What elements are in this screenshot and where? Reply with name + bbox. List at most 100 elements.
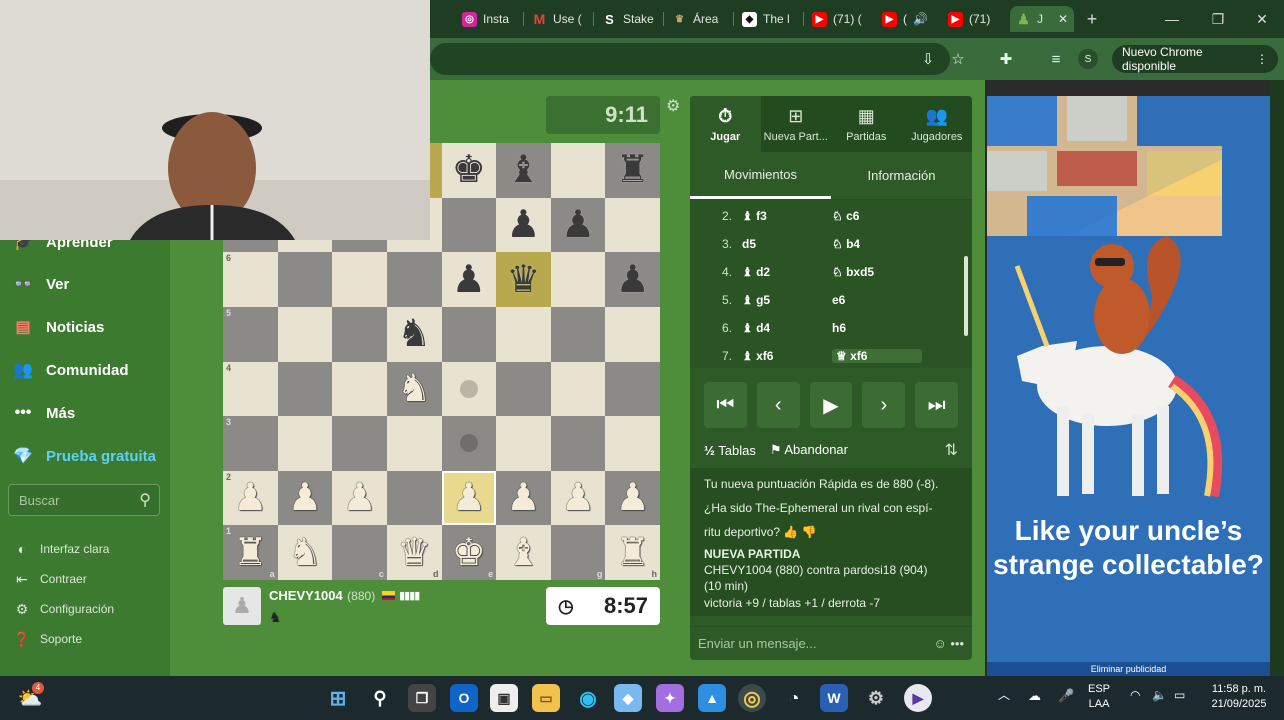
square-f2[interactable]: ♟ (496, 470, 551, 526)
move-white[interactable]: ♝ g5 (742, 293, 832, 307)
search-input[interactable]: Buscar ⚲ (8, 484, 160, 516)
square-f3[interactable] (496, 416, 551, 471)
chrome-update-button[interactable]: Nuevo Chrome disponible ⋮ (1112, 45, 1278, 73)
square-e1[interactable]: ♚ e (441, 525, 497, 580)
tab-stake[interactable]: S Stake (596, 6, 660, 32)
photos-icon[interactable]: ▲ (698, 684, 726, 712)
tab-youtube-3[interactable]: ▶ (71) (942, 6, 1006, 32)
white-king[interactable]: ♚ (452, 534, 486, 572)
square-b2[interactable]: ♟ (277, 470, 333, 526)
close-window-icon[interactable]: ✕ (1250, 8, 1274, 30)
first-move-button[interactable]: ⏮ (704, 382, 747, 428)
last-move-button[interactable]: ⏭ (915, 382, 958, 428)
square-a6[interactable]: 6 (223, 252, 278, 307)
square-h8[interactable]: ♜ (605, 143, 660, 198)
black-pawn[interactable]: ♟ (506, 206, 540, 244)
square-c4[interactable] (332, 361, 387, 417)
square-d1[interactable]: ♛ d (386, 525, 442, 580)
black-rook[interactable]: ♜ (616, 151, 650, 189)
tab-youtube-1[interactable]: ▶ (71) ( (806, 6, 874, 32)
square-c6[interactable] (332, 252, 387, 307)
tab-jugar[interactable]: ⏱ Jugar (690, 96, 761, 152)
word-icon[interactable]: W (820, 684, 848, 712)
sidebar-item-free-trial[interactable]: 💎 Prueba gratuita (10, 442, 156, 470)
light-mode-toggle[interactable]: ◐ Interfaz clara (12, 538, 110, 560)
square-f7[interactable]: ♟ (496, 197, 551, 253)
square-c5[interactable] (332, 306, 387, 362)
square-h4[interactable] (605, 361, 660, 417)
tab-notion[interactable]: ◆ The l (736, 6, 800, 32)
tab-gmail[interactable]: M Use ( (526, 6, 590, 32)
white-knight[interactable]: ♞ (288, 534, 322, 572)
tab-area[interactable]: ♛ Área (666, 6, 730, 32)
black-pawn[interactable]: ♟ (561, 206, 595, 244)
board-settings-icon[interactable]: ⚙ (666, 96, 680, 116)
square-a2[interactable]: 2 ♟ (223, 470, 278, 526)
white-pawn[interactable]: ♟ (343, 479, 377, 517)
copilot-icon[interactable]: ✦ (656, 684, 684, 712)
square-b1[interactable]: ♞ (277, 525, 333, 580)
square-e5[interactable] (441, 306, 497, 362)
restore-icon[interactable]: ❐ (1206, 8, 1230, 30)
play-button[interactable]: ▶ (809, 382, 853, 428)
square-h1[interactable]: ♜ h (605, 525, 660, 580)
file-explorer-icon[interactable]: ▭ (532, 684, 560, 712)
move-black[interactable]: ♘ b4 (832, 237, 922, 251)
move-black[interactable]: h6 (832, 321, 922, 335)
square-h2[interactable]: ♟ (605, 470, 660, 526)
white-pawn[interactable]: ♟ (561, 479, 595, 517)
settings-link[interactable]: ⚙ Configuración (12, 598, 114, 620)
move-black[interactable]: ♘ c6 (832, 209, 922, 223)
square-a5[interactable]: 5 (223, 306, 278, 362)
collapse-sidebar-button[interactable]: ⇤ Contraer (12, 568, 87, 590)
square-e4[interactable] (441, 361, 497, 417)
player-name[interactable]: CHEVY1004 (269, 588, 343, 603)
black-queen[interactable]: ♛ (506, 261, 540, 299)
flip-board-icon[interactable]: ⇅ (945, 440, 958, 460)
avatar[interactable]: ♟ (223, 587, 261, 625)
black-king[interactable]: ♚ (452, 151, 486, 189)
subtab-movimientos[interactable]: Movimientos (690, 152, 831, 199)
extensions-icon[interactable]: ✚ (994, 47, 1018, 71)
previous-move-button[interactable]: ‹ (756, 382, 800, 428)
emoji-icon[interactable]: ☺ ••• (933, 636, 964, 651)
square-e6[interactable]: ♟ (441, 252, 497, 307)
white-pawn[interactable]: ♟ (233, 479, 267, 517)
square-g4[interactable] (550, 361, 606, 417)
square-e8[interactable]: ♚ (441, 143, 497, 198)
microphone-icon[interactable]: 🎤 (1058, 688, 1074, 703)
new-tab-icon[interactable]: + (1080, 8, 1104, 30)
draw-button[interactable]: ½ Tablas (704, 443, 756, 458)
black-pawn[interactable]: ♟ (452, 261, 486, 299)
bookmark-star-icon[interactable]: ☆ (946, 47, 970, 71)
square-f5[interactable] (496, 306, 551, 362)
square-g2[interactable]: ♟ (550, 470, 606, 526)
white-knight[interactable]: ♞ (397, 370, 431, 408)
thumbs-up-icon[interactable]: 👍 (783, 525, 798, 539)
white-pawn[interactable]: ♟ (506, 479, 540, 517)
square-a4[interactable]: 4 (223, 361, 278, 417)
support-link[interactable]: ❓ Soporte (12, 628, 82, 650)
next-move-button[interactable]: › (862, 382, 906, 428)
square-g7[interactable]: ♟ (550, 197, 606, 253)
tab-instagram[interactable]: ◎ Insta (456, 6, 520, 32)
start-icon[interactable]: ⊞ (324, 684, 352, 712)
move-black-current[interactable]: ♕ xf6 (832, 349, 922, 363)
square-d3[interactable] (386, 416, 442, 471)
move-white[interactable]: ♝ f3 (742, 209, 832, 223)
tab-jugadores[interactable]: 👥 Jugadores (902, 96, 973, 152)
sidebar-item-mas[interactable]: ••• Más (10, 399, 76, 427)
square-h7[interactable] (605, 197, 660, 253)
square-f1[interactable]: ♝ (496, 525, 551, 580)
wifi-icon[interactable]: ◠ (1130, 688, 1140, 703)
white-rook[interactable]: ♜ (616, 534, 650, 572)
sidebar-item-noticias[interactable]: ▤ Noticias (10, 313, 104, 341)
square-g6[interactable] (550, 252, 606, 307)
square-c2[interactable]: ♟ (332, 470, 387, 526)
square-c1[interactable]: c (332, 525, 387, 580)
advertisement[interactable]: Like your uncle’s strange collectable? E… (987, 96, 1270, 676)
square-h5[interactable] (605, 306, 660, 362)
square-e3[interactable] (441, 416, 497, 471)
square-h3[interactable] (605, 416, 660, 471)
page-scrollbar[interactable] (1270, 80, 1284, 676)
